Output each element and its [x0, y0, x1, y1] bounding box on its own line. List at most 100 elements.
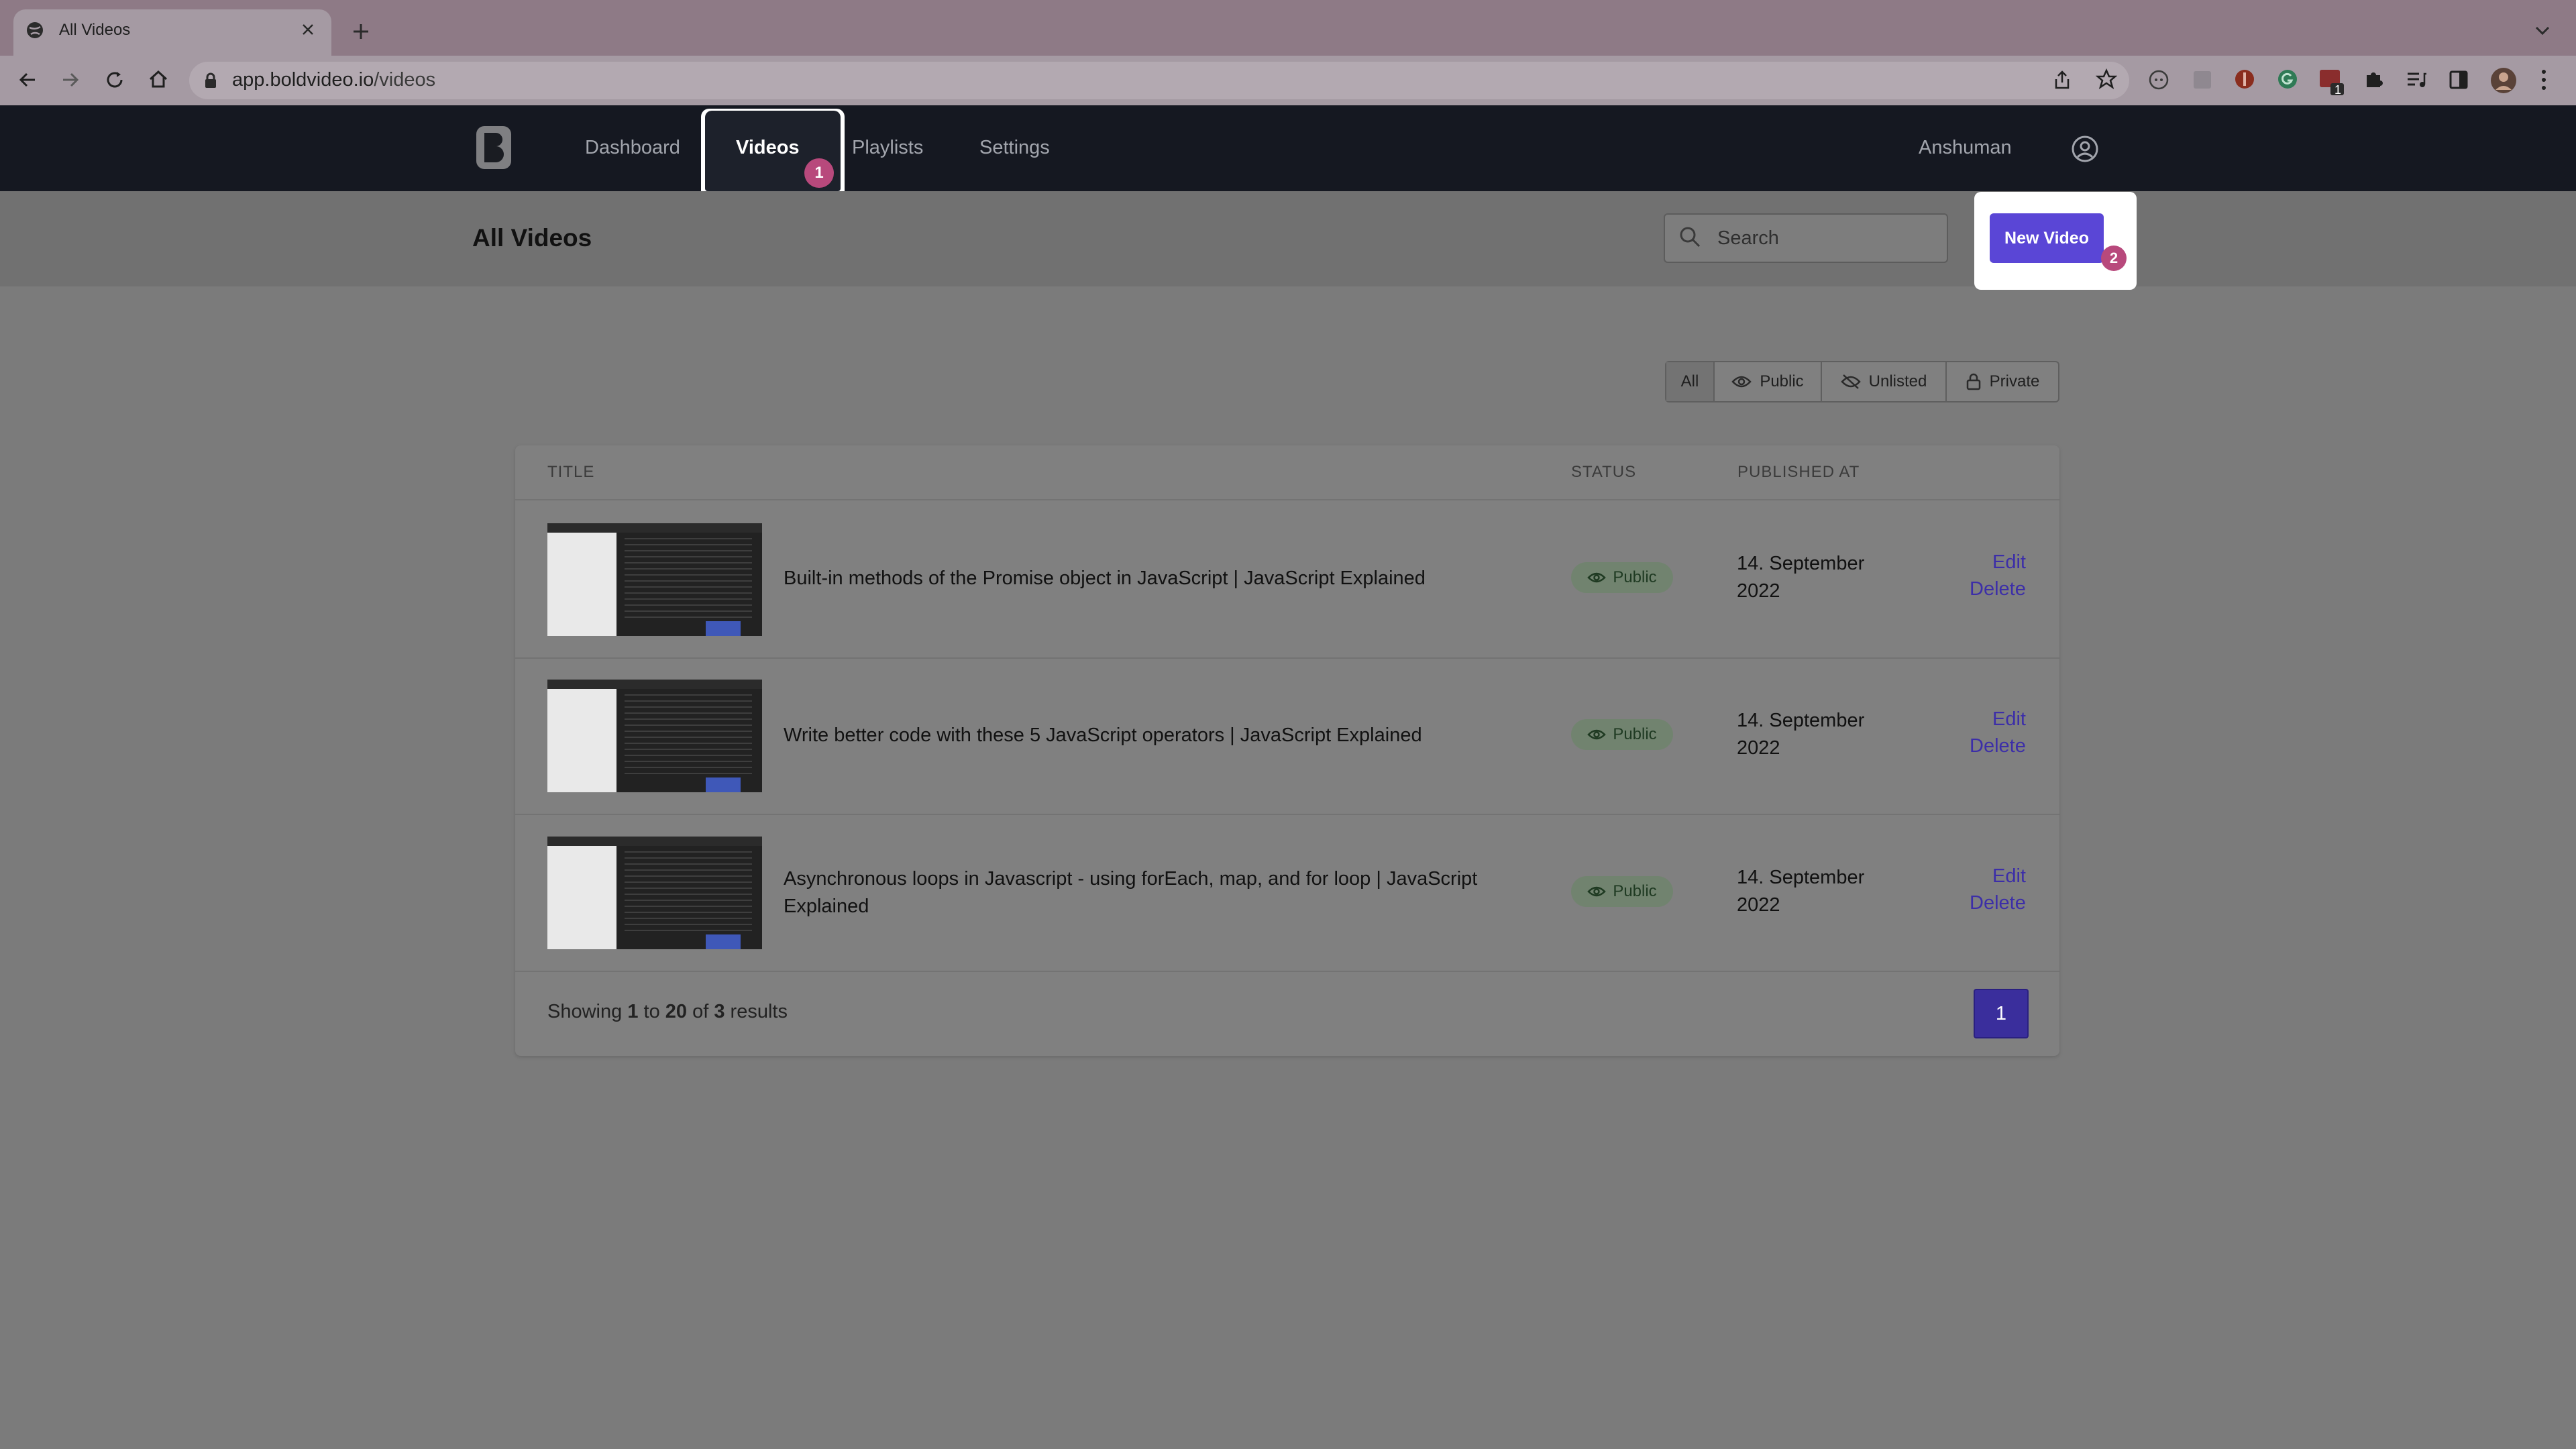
share-icon[interactable] [2053, 70, 2072, 90]
date-line: 14. September [1737, 867, 1865, 888]
globe-icon [25, 21, 44, 40]
video-title[interactable]: Asynchronous loops in Javascript - using… [784, 865, 1477, 920]
filter-unlisted-label: Unlisted [1868, 372, 1927, 390]
app-navbar [0, 105, 2576, 191]
status-label: Public [1613, 882, 1657, 900]
reload-icon[interactable] [105, 70, 125, 90]
step-badge: 1 [804, 158, 834, 188]
video-title-line: Asynchronous loops in Javascript - using… [784, 868, 1478, 890]
puzzle-icon[interactable] [2363, 68, 2384, 90]
date-line: 14. September [1737, 710, 1865, 731]
page-header [0, 191, 2576, 286]
star-icon[interactable] [2096, 68, 2117, 90]
results-text: results [730, 1001, 788, 1022]
chevron-down-icon[interactable] [2534, 25, 2551, 36]
video-title[interactable]: Built-in methods of the Promise object i… [784, 565, 1426, 592]
close-icon[interactable] [301, 22, 315, 37]
kebab-menu-icon[interactable] [2540, 68, 2548, 91]
filter-all[interactable]: All [1666, 362, 1715, 401]
results-to: 20 [665, 1001, 688, 1022]
nav-videos-label[interactable]: Videos [736, 137, 800, 159]
video-thumbnail[interactable] [547, 837, 762, 949]
search-icon [1678, 225, 1701, 248]
video-thumbnail[interactable] [547, 523, 762, 636]
user-circle-icon[interactable] [2070, 134, 2100, 164]
published-date: 14. September 2022 [1737, 864, 1864, 919]
page-button-current[interactable]: 1 [1974, 989, 2029, 1038]
new-video-button[interactable]: New Video [1990, 213, 2104, 263]
eye-off-icon [1840, 374, 1861, 390]
nav-settings[interactable]: Settings [979, 137, 1050, 159]
results-summary: Showing 1 to 20 of 3 results [547, 1001, 788, 1023]
divider [515, 971, 2059, 972]
divider [515, 657, 2059, 659]
status-label: Public [1613, 568, 1657, 586]
filter-public[interactable]: Public [1715, 362, 1822, 401]
status-badge: Public [1571, 562, 1673, 593]
visibility-filter-group: All Public Unlisted Private [1665, 361, 2059, 402]
results-total: 3 [714, 1001, 725, 1022]
edit-link[interactable]: Edit [1992, 551, 2026, 574]
extension-icon[interactable] [2277, 68, 2298, 90]
home-icon[interactable] [148, 68, 169, 90]
column-header-published-at: PUBLISHED AT [1737, 463, 1860, 481]
page-title: All Videos [472, 224, 592, 252]
results-text: to [643, 1001, 660, 1022]
results-text: of [692, 1001, 709, 1022]
date-line: 2022 [1737, 737, 1780, 759]
boldvideo-logo[interactable] [476, 126, 511, 169]
column-header-status: STATUS [1571, 463, 1637, 481]
extension-icon[interactable] [2192, 70, 2212, 90]
results-from: 1 [627, 1001, 639, 1022]
browser-tab-title: All Videos [59, 21, 131, 39]
eye-icon [1731, 375, 1752, 388]
divider [515, 499, 2059, 500]
status-label: Public [1613, 725, 1657, 743]
media-icon[interactable] [2406, 70, 2427, 90]
filter-unlisted[interactable]: Unlisted [1822, 362, 1947, 401]
filter-all-label: All [1680, 372, 1699, 390]
forward-arrow-icon[interactable] [60, 70, 80, 90]
edit-link[interactable]: Edit [1992, 708, 2026, 731]
nav-playlists[interactable]: Playlists [852, 137, 923, 159]
user-name[interactable]: Anshuman [1919, 137, 2012, 159]
date-line: 14. September [1737, 553, 1865, 574]
new-tab-icon[interactable] [352, 22, 370, 41]
extension-badge: 1 [2334, 83, 2342, 97]
status-badge: Public [1571, 719, 1673, 750]
step-badge: 2 [2101, 246, 2127, 271]
address-bar[interactable] [189, 62, 2129, 99]
status-badge: Public [1571, 876, 1673, 907]
eye-icon [1587, 572, 1607, 584]
url-text: app.boldvideo.io/videos [232, 69, 435, 91]
back-arrow-icon[interactable] [17, 70, 38, 90]
divider [515, 814, 2059, 815]
url-host: app.boldvideo.io [232, 69, 374, 91]
delete-link[interactable]: Delete [1970, 892, 2026, 914]
delete-link[interactable]: Delete [1970, 578, 2026, 600]
date-line: 2022 [1737, 580, 1780, 602]
video-thumbnail[interactable] [547, 680, 762, 792]
lock-icon [1966, 373, 1982, 390]
filter-private[interactable]: Private [1947, 362, 2058, 401]
eye-icon [1587, 885, 1607, 898]
published-date: 14. September 2022 [1737, 707, 1864, 762]
sidebar-icon[interactable] [2449, 70, 2469, 90]
results-text: Showing [547, 1001, 623, 1022]
extension-icon[interactable] [2234, 68, 2255, 90]
video-title-line: Explained [784, 896, 869, 917]
published-date: 14. September 2022 [1737, 550, 1864, 605]
lock-icon[interactable] [204, 72, 217, 89]
profile-avatar[interactable] [2490, 67, 2517, 94]
edit-link[interactable]: Edit [1992, 865, 2026, 888]
video-title[interactable]: Write better code with these 5 JavaScrip… [784, 722, 1422, 749]
browser-tab-strip [0, 0, 2576, 56]
delete-link[interactable]: Delete [1970, 735, 2026, 757]
nav-dashboard[interactable]: Dashboard [585, 137, 680, 159]
date-line: 2022 [1737, 894, 1780, 916]
eye-icon [1587, 729, 1607, 741]
extension-icon[interactable] [2148, 69, 2169, 91]
filter-public-label: Public [1760, 372, 1804, 390]
filter-private-label: Private [1989, 372, 2040, 390]
search-input[interactable] [1717, 226, 1932, 250]
